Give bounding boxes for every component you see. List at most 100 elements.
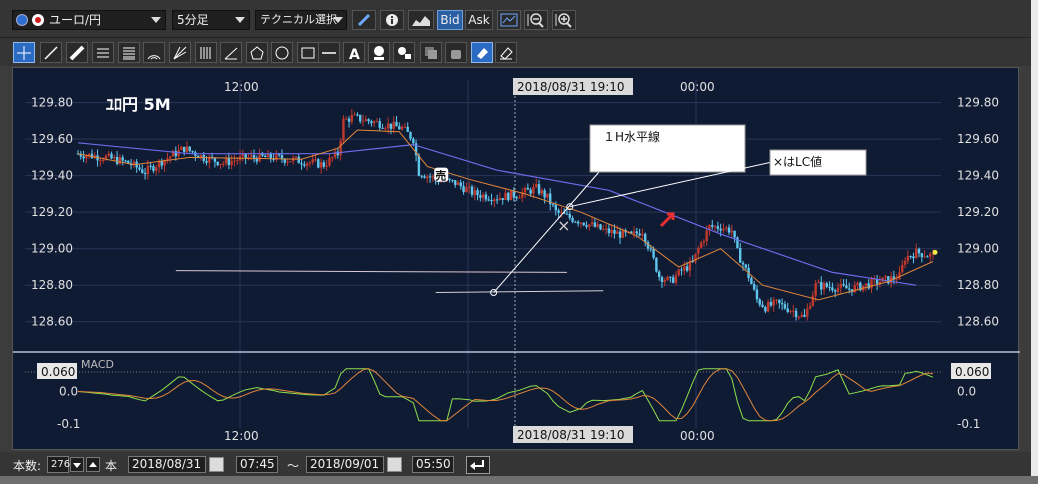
candle-body: [484, 194, 488, 200]
tool-text-button[interactable]: A: [343, 42, 365, 63]
technical-select[interactable]: テクニカル選択: [255, 10, 347, 30]
candle-body: [607, 228, 611, 233]
tool-icon-stamp-button[interactable]: [368, 42, 390, 63]
to-calendar-icon[interactable]: [387, 457, 402, 472]
candle-body: [250, 155, 253, 157]
to-date-input[interactable]: 2018/09/01: [306, 456, 384, 473]
tool-parallel-lines-button[interactable]: [92, 42, 114, 63]
tool-fibonacci-button[interactable]: [118, 42, 140, 63]
from-time-input[interactable]: 07:45: [236, 456, 278, 473]
tool-fan-button[interactable]: [169, 42, 191, 63]
candle-body: [772, 299, 775, 306]
candle-body: [169, 156, 172, 159]
candle-body: [305, 163, 309, 166]
candle-body: [585, 225, 588, 227]
chart-canvas[interactable]: 129.80 129.80 129.60 129.60 129.40 129.40 129.…: [13, 68, 1020, 451]
to-time-input[interactable]: 05:50: [412, 456, 454, 473]
candle-body: [180, 146, 183, 150]
candle-body: [319, 162, 323, 168]
candle-body: [769, 302, 773, 306]
candle-body: [501, 198, 504, 200]
candle-body: [853, 285, 856, 293]
horizontal-line-1: [175, 270, 567, 273]
tool-hand-button[interactable]: [445, 42, 467, 63]
zoom-out-button[interactable]: [524, 10, 548, 30]
refresh-button[interactable]: [466, 456, 490, 474]
candle-body: [638, 233, 641, 236]
candle-body: [182, 146, 186, 153]
candle-body: [764, 306, 767, 312]
tool-pentagon-button[interactable]: [246, 42, 268, 63]
candle-body: [621, 230, 625, 238]
candle-body: [792, 310, 795, 312]
indicator-button[interactable]: [497, 10, 521, 30]
ask-button[interactable]: Ask: [465, 10, 493, 30]
zoom-in-button[interactable]: [552, 10, 576, 30]
chevron-down-icon: [151, 17, 161, 23]
candle-body: [797, 316, 801, 318]
candle-body: [347, 118, 351, 122]
timeframe-select[interactable]: 5分足: [172, 10, 250, 30]
tool-delete-all-button[interactable]: [495, 42, 517, 63]
bid-button[interactable]: Bid: [437, 10, 463, 30]
candle-body: [599, 224, 602, 230]
area-chart-button[interactable]: [408, 10, 434, 30]
candle-body: [610, 229, 613, 233]
tool-rectangle-button[interactable]: [297, 42, 319, 63]
candle-body: [660, 277, 664, 282]
bars-count-input[interactable]: 276: [47, 456, 70, 473]
chart-area[interactable]: 129.80 129.80 129.60 129.60 129.40 129.40 129.…: [12, 67, 1020, 451]
tool-eraser-button[interactable]: [471, 42, 493, 63]
timeframe-label: 5分足: [177, 13, 209, 27]
candle-body: [121, 157, 124, 161]
candle-body: [839, 283, 842, 288]
tool-horizontal-line-button[interactable]: [318, 42, 340, 63]
candle-body: [230, 160, 233, 165]
tool-trendline-button[interactable]: [40, 42, 62, 63]
zoom-out-icon: [527, 13, 544, 28]
candle-body: [328, 157, 331, 166]
tool-vertical-lines-button[interactable]: [195, 42, 217, 63]
tool-copy-button[interactable]: [420, 42, 442, 63]
ruler-icon: [69, 45, 85, 61]
candle-body: [814, 283, 817, 296]
indicator-zero-left: 0.0: [59, 385, 78, 399]
from-date-input[interactable]: 2018/08/31: [128, 456, 206, 473]
candle-body: [389, 123, 393, 129]
bars-increase-button[interactable]: [86, 457, 100, 472]
tool-crosshair-button[interactable]: [13, 42, 35, 63]
candle-body: [227, 158, 231, 165]
copy-icon: [425, 47, 437, 59]
candle-body: [185, 146, 189, 153]
candle-body: [808, 305, 812, 309]
candle-body: [783, 304, 787, 309]
tool-arc-button[interactable]: [143, 42, 165, 63]
tool-flag-button[interactable]: [393, 42, 415, 63]
candle-body: [353, 114, 356, 116]
angle-icon: [224, 47, 238, 60]
info-button[interactable]: [380, 10, 404, 30]
bars-decrease-button[interactable]: [70, 457, 84, 472]
buy-arrow-icon: [659, 212, 675, 228]
candle-body: [557, 210, 560, 213]
candle-body: [222, 163, 225, 165]
tool-circle-button[interactable]: [271, 42, 293, 63]
time-label-bottom: 12:00: [224, 429, 259, 443]
from-calendar-icon[interactable]: [209, 457, 224, 472]
symbol-select[interactable]: ユーロ/円: [12, 10, 166, 30]
candle-body: [504, 192, 507, 200]
candle-body: [490, 199, 493, 202]
candle-body: [417, 155, 421, 176]
pen-button[interactable]: [352, 10, 376, 30]
tool-ruler-button[interactable]: [66, 42, 88, 63]
candle-body: [540, 190, 544, 194]
candle-body: [915, 248, 918, 259]
candle-body: [604, 228, 608, 230]
tool-angle-button[interactable]: [220, 42, 242, 63]
candle-body: [733, 230, 736, 238]
candle-body: [294, 156, 298, 158]
candle-body: [412, 138, 415, 144]
indicator-label: MACD: [81, 358, 114, 371]
candle-body: [778, 299, 781, 304]
technical-label: テクニカル選択: [260, 13, 337, 26]
